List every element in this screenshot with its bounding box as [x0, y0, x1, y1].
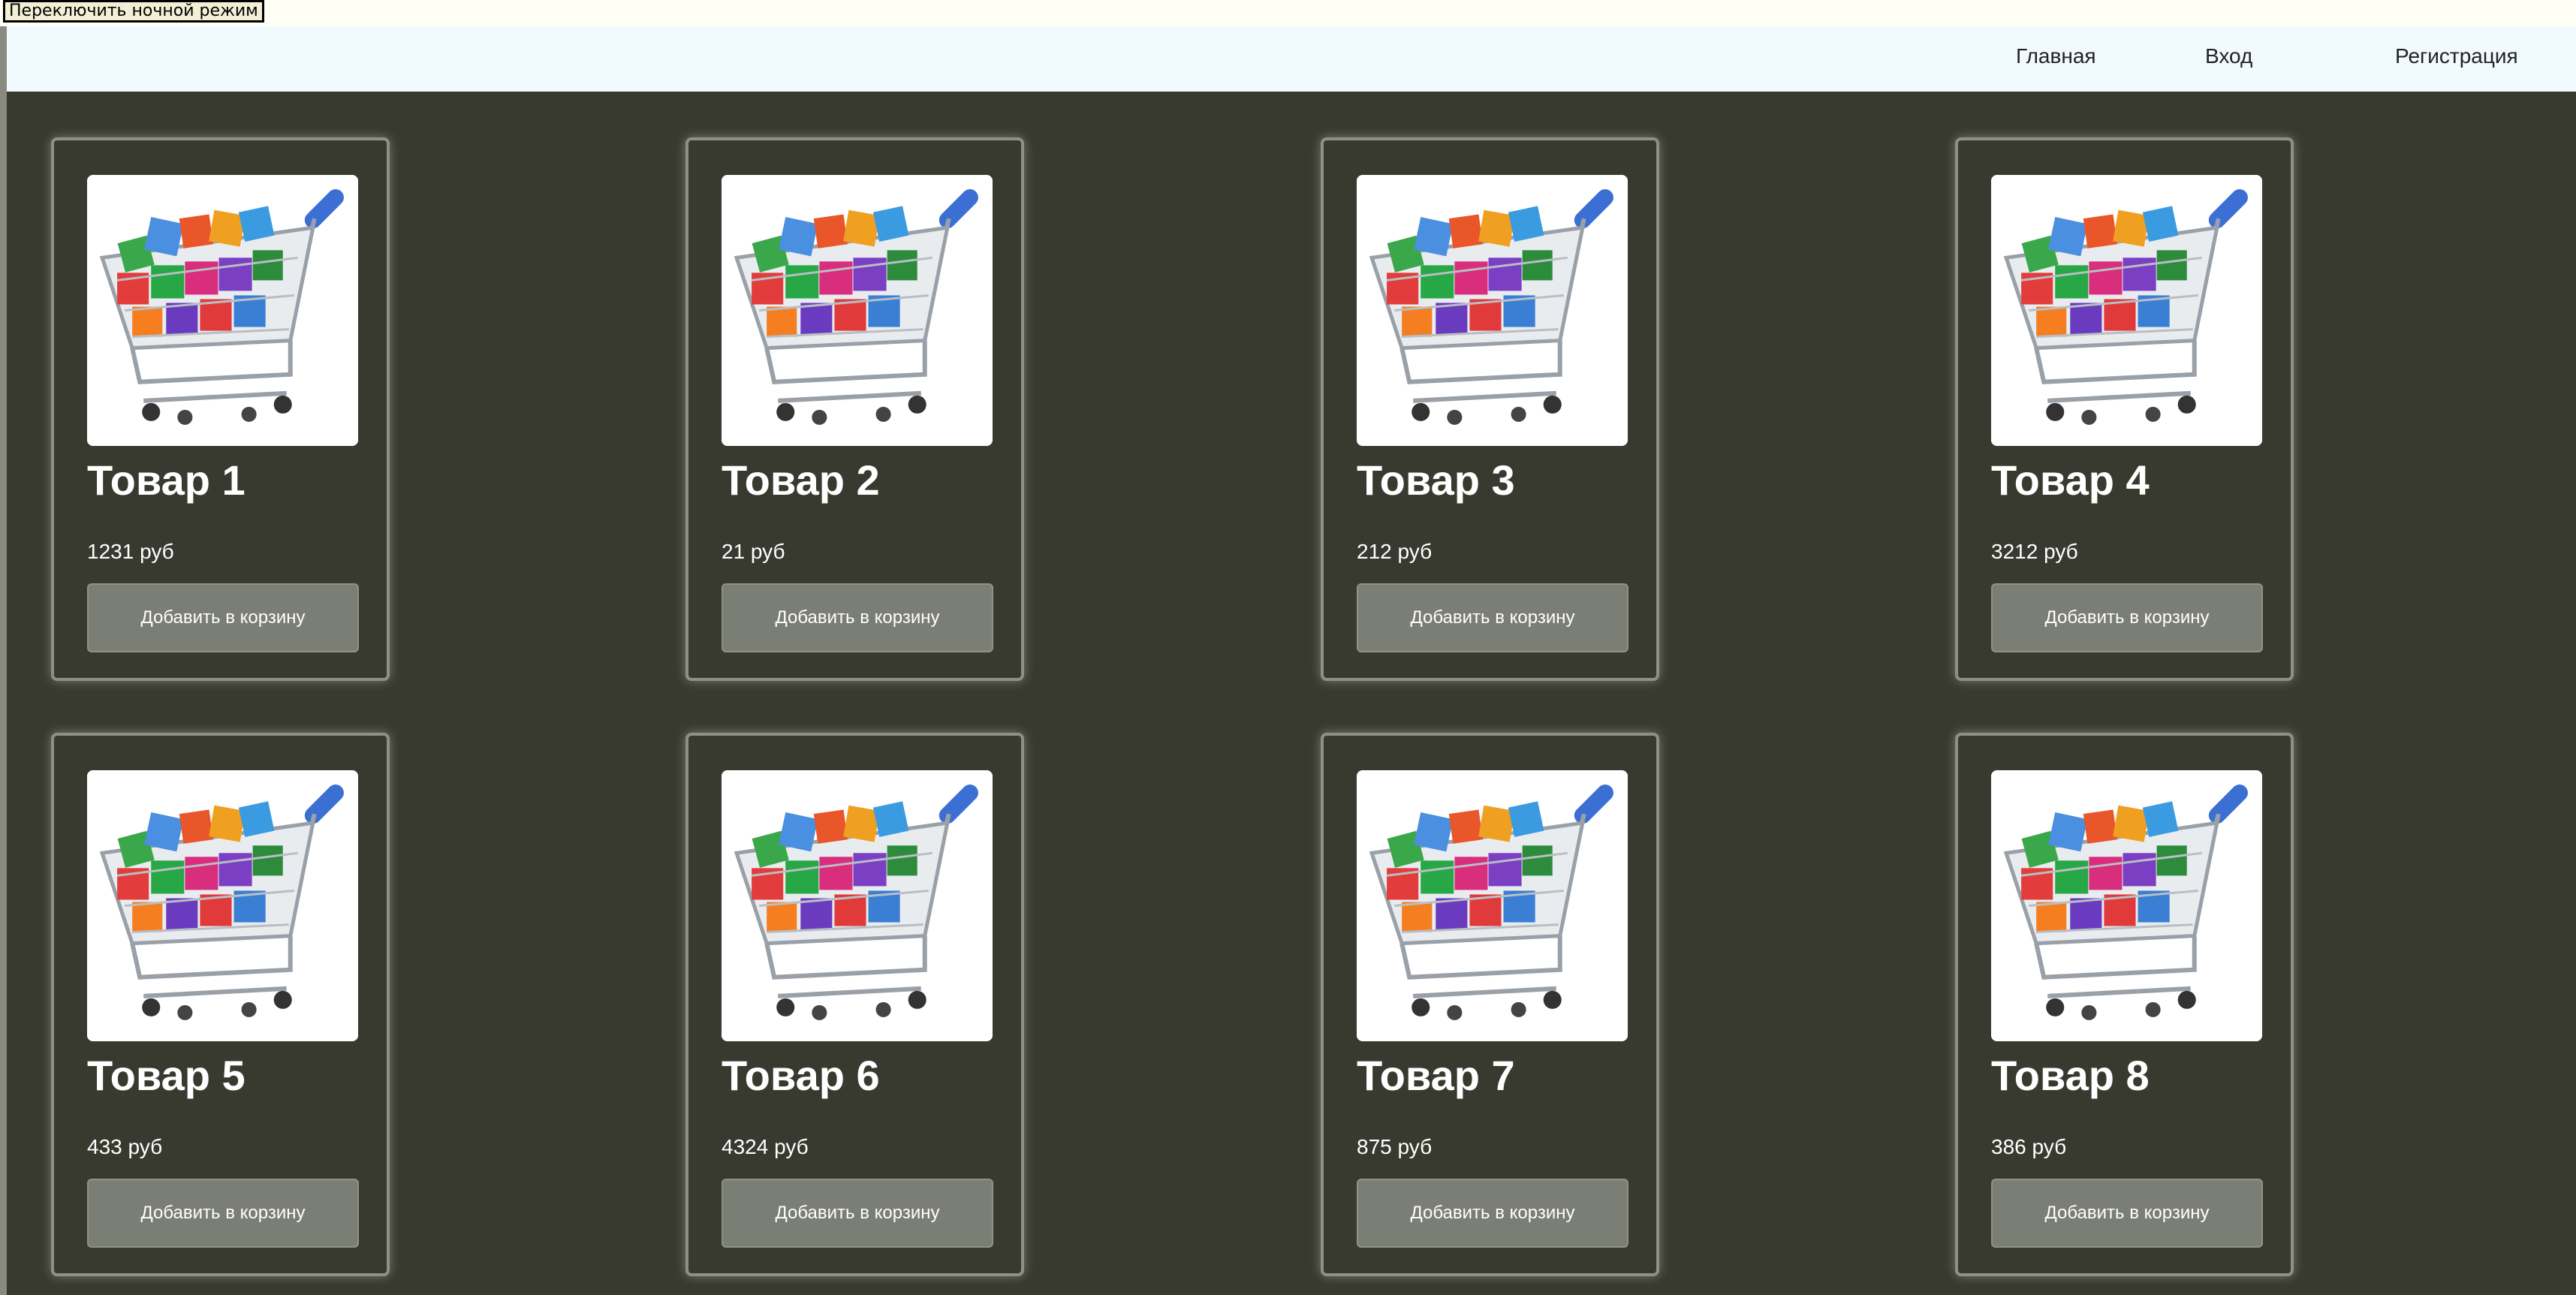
product-image: [1357, 175, 1628, 446]
product-price: 386 руб: [1991, 1135, 2067, 1158]
top-bar: Переключить ночной режим: [0, 0, 2576, 26]
product-title: Товар 2: [722, 456, 880, 504]
nav-link-register[interactable]: Регистрация: [2395, 44, 2518, 68]
product-price: 21 руб: [722, 540, 785, 563]
product-image: [87, 770, 358, 1041]
add-to-cart-button[interactable]: Добавить в корзину: [1991, 583, 2263, 652]
product-image: [722, 770, 993, 1041]
product-title: Товар 4: [1991, 456, 2150, 504]
nav-link-login[interactable]: Вход: [2205, 44, 2252, 68]
shopping-cart-icon: [722, 770, 993, 1041]
navbar: Главная Вход Регистрация: [7, 26, 2576, 92]
product-card: Товар 4 3212 руб Добавить в корзину: [1955, 137, 2294, 681]
product-price: 3212 руб: [1991, 540, 2078, 563]
product-price: 1231 руб: [87, 540, 174, 563]
shopping-cart-icon: [1991, 770, 2262, 1041]
page: Переключить ночной режим Главная Вход Ре…: [0, 0, 2576, 1295]
add-to-cart-button[interactable]: Добавить в корзину: [1991, 1179, 2263, 1248]
add-to-cart-button[interactable]: Добавить в корзину: [1357, 583, 1628, 652]
night-mode-toggle-button[interactable]: Переключить ночной режим: [3, 0, 264, 23]
shopping-cart-icon: [1357, 175, 1628, 446]
product-card: Товар 7 875 руб Добавить в корзину: [1321, 733, 1659, 1276]
product-price: 4324 руб: [722, 1135, 809, 1158]
shopping-cart-icon: [87, 770, 358, 1041]
product-card: Товар 3 212 руб Добавить в корзину: [1321, 137, 1659, 681]
product-card: Товар 1 1231 руб Добавить в корзину: [51, 137, 390, 681]
product-image: [87, 175, 358, 446]
product-title: Товар 1: [87, 456, 246, 504]
product-title: Товар 5: [87, 1052, 246, 1099]
product-image: [1357, 770, 1628, 1041]
product-card: Товар 5 433 руб Добавить в корзину: [51, 733, 390, 1276]
product-price: 875 руб: [1357, 1135, 1433, 1158]
add-to-cart-button[interactable]: Добавить в корзину: [722, 1179, 993, 1248]
product-card: Товар 8 386 руб Добавить в корзину: [1955, 733, 2294, 1276]
product-card: Товар 6 4324 руб Добавить в корзину: [685, 733, 1024, 1276]
product-price: 433 руб: [87, 1135, 163, 1158]
nav-link-home[interactable]: Главная: [2016, 44, 2096, 68]
product-price: 212 руб: [1357, 540, 1433, 563]
product-title: Товар 8: [1991, 1052, 2150, 1099]
add-to-cart-button[interactable]: Добавить в корзину: [722, 583, 993, 652]
product-title: Товар 7: [1357, 1052, 1515, 1099]
add-to-cart-button[interactable]: Добавить в корзину: [1357, 1179, 1628, 1248]
product-title: Товар 3: [1357, 456, 1515, 504]
product-card: Товар 2 21 руб Добавить в корзину: [685, 137, 1024, 681]
add-to-cart-button[interactable]: Добавить в корзину: [87, 1179, 359, 1248]
product-image: [722, 175, 993, 446]
shopping-cart-icon: [87, 175, 358, 446]
product-title: Товар 6: [722, 1052, 880, 1099]
shopping-cart-icon: [722, 175, 993, 446]
shopping-cart-icon: [1357, 770, 1628, 1041]
window-edge: [0, 0, 7, 1295]
shopping-cart-icon: [1991, 175, 2262, 446]
product-image: [1991, 175, 2262, 446]
product-image: [1991, 770, 2262, 1041]
add-to-cart-button[interactable]: Добавить в корзину: [87, 583, 359, 652]
